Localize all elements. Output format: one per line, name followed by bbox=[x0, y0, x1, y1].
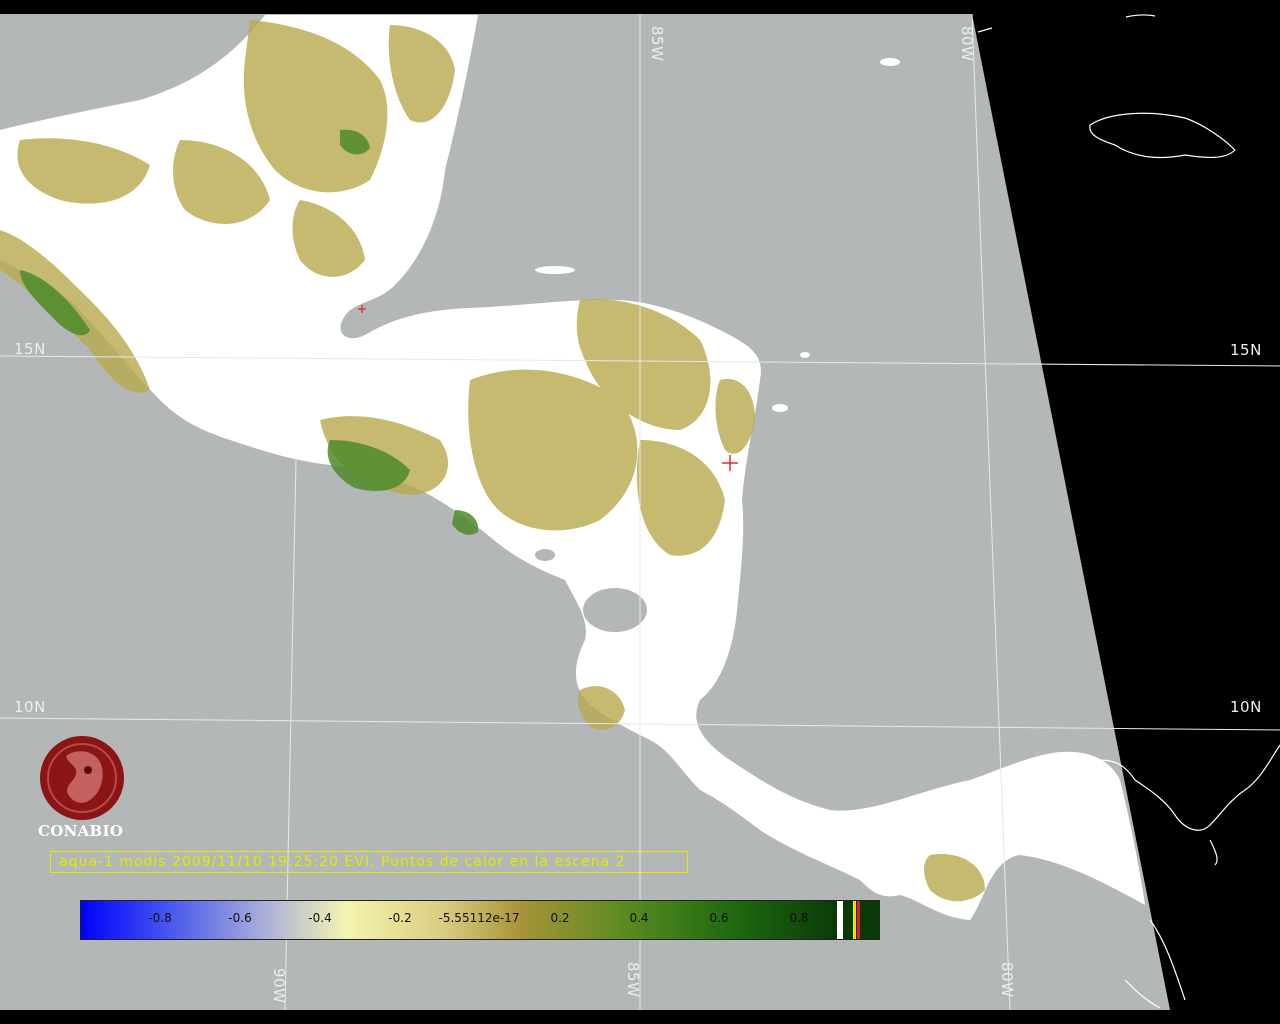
colorbar-tick: -0.8 bbox=[148, 911, 172, 925]
logo-name: CONABIO bbox=[38, 822, 124, 840]
lon-label-85w-top: 85W bbox=[648, 26, 666, 62]
lat-label-10n-right: 10N bbox=[1230, 698, 1262, 716]
lake-nicaragua bbox=[583, 588, 647, 632]
lat-label-15n-left: 15N bbox=[14, 340, 46, 358]
colorbar-tick: -0.2 bbox=[388, 911, 412, 925]
lon-label-90w-bottom: 90W bbox=[270, 968, 288, 1004]
colorbar-tick: -0.6 bbox=[228, 911, 252, 925]
scene-caption: aqua-1 modis 2009/11/10 19:25:20 EVI, Pu… bbox=[50, 851, 688, 873]
lat-label-10n-left: 10N bbox=[14, 698, 46, 716]
colorbar-tick: 0.4 bbox=[629, 911, 649, 925]
lake-managua bbox=[535, 549, 555, 561]
colorbar-tick: -0.4 bbox=[308, 911, 332, 925]
colorbar-tick: -5.55112e-17 bbox=[438, 911, 520, 925]
lon-label-80w-top: 80W bbox=[958, 26, 976, 62]
colorbar-tick: 0.2 bbox=[550, 911, 570, 925]
colorbar-tick: 0.8 bbox=[789, 911, 809, 925]
map-viewer: 85W 80W 90W 85W 80W 15N 15N 10N 10N CONA… bbox=[0, 0, 1280, 1024]
lat-label-15n-right: 15N bbox=[1230, 341, 1262, 359]
conabio-logo-icon bbox=[40, 736, 124, 820]
lon-label-85w-bottom: 85W bbox=[624, 962, 642, 998]
lon-label-80w-bottom: 80W bbox=[998, 962, 1016, 998]
colorbar-tick: 0.6 bbox=[709, 911, 729, 925]
